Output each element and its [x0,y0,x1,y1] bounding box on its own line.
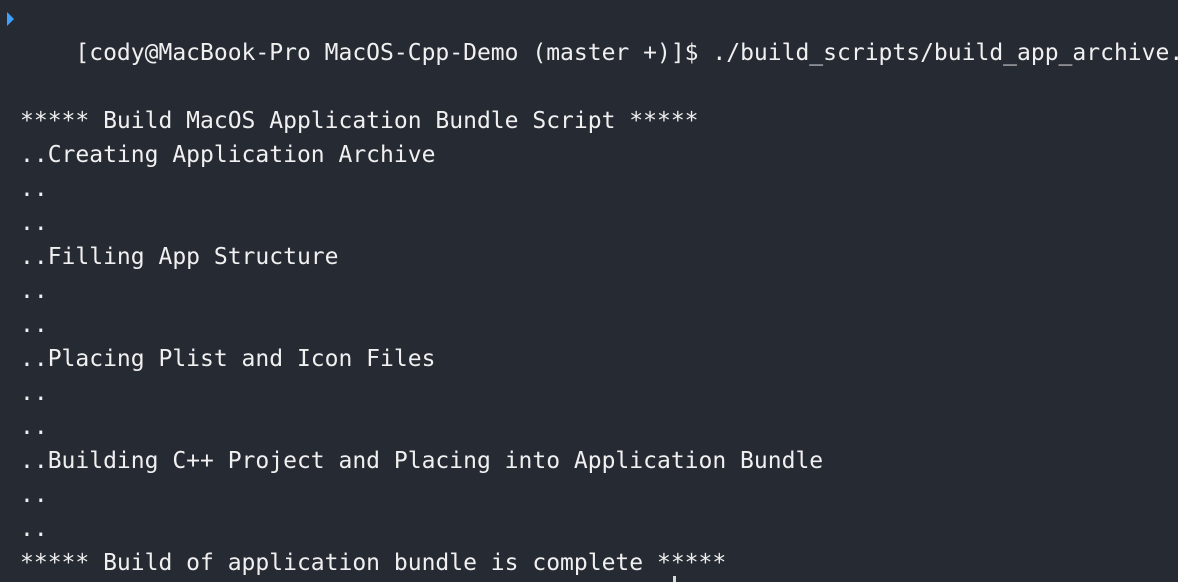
output-line: ***** Build of application bundle is com… [20,550,727,576]
output-line: .. [20,278,48,304]
output-line: ..Building C++ Project and Placing into … [20,448,824,474]
prompt-marker-icon [7,12,14,26]
output-line: .. [20,414,48,440]
command-line: [cody@MacBook-Pro MacOS-Cpp-Demo (master… [20,2,1178,66]
output-line: .. [20,482,48,508]
output-line: .. [20,176,48,202]
output-line: .. [20,210,48,236]
output-line: .. [20,312,48,338]
output-line: ..Creating Application Archive [20,142,436,168]
command-text: ./build_scripts/build_app_archive.sh [712,40,1178,66]
output-line: ..Filling App Structure [20,244,339,270]
shell-prompt: [cody@MacBook-Pro MacOS-Cpp-Demo (master… [75,40,699,66]
text-cursor [673,576,676,582]
output-line: ..Placing Plist and Icon Files [20,346,436,372]
output-line: .. [20,516,48,542]
output-line: ***** Build MacOS Application Bundle Scr… [20,108,699,134]
output-line: .. [20,380,48,406]
terminal-window[interactable]: [cody@MacBook-Pro MacOS-Cpp-Demo (master… [0,0,1178,582]
